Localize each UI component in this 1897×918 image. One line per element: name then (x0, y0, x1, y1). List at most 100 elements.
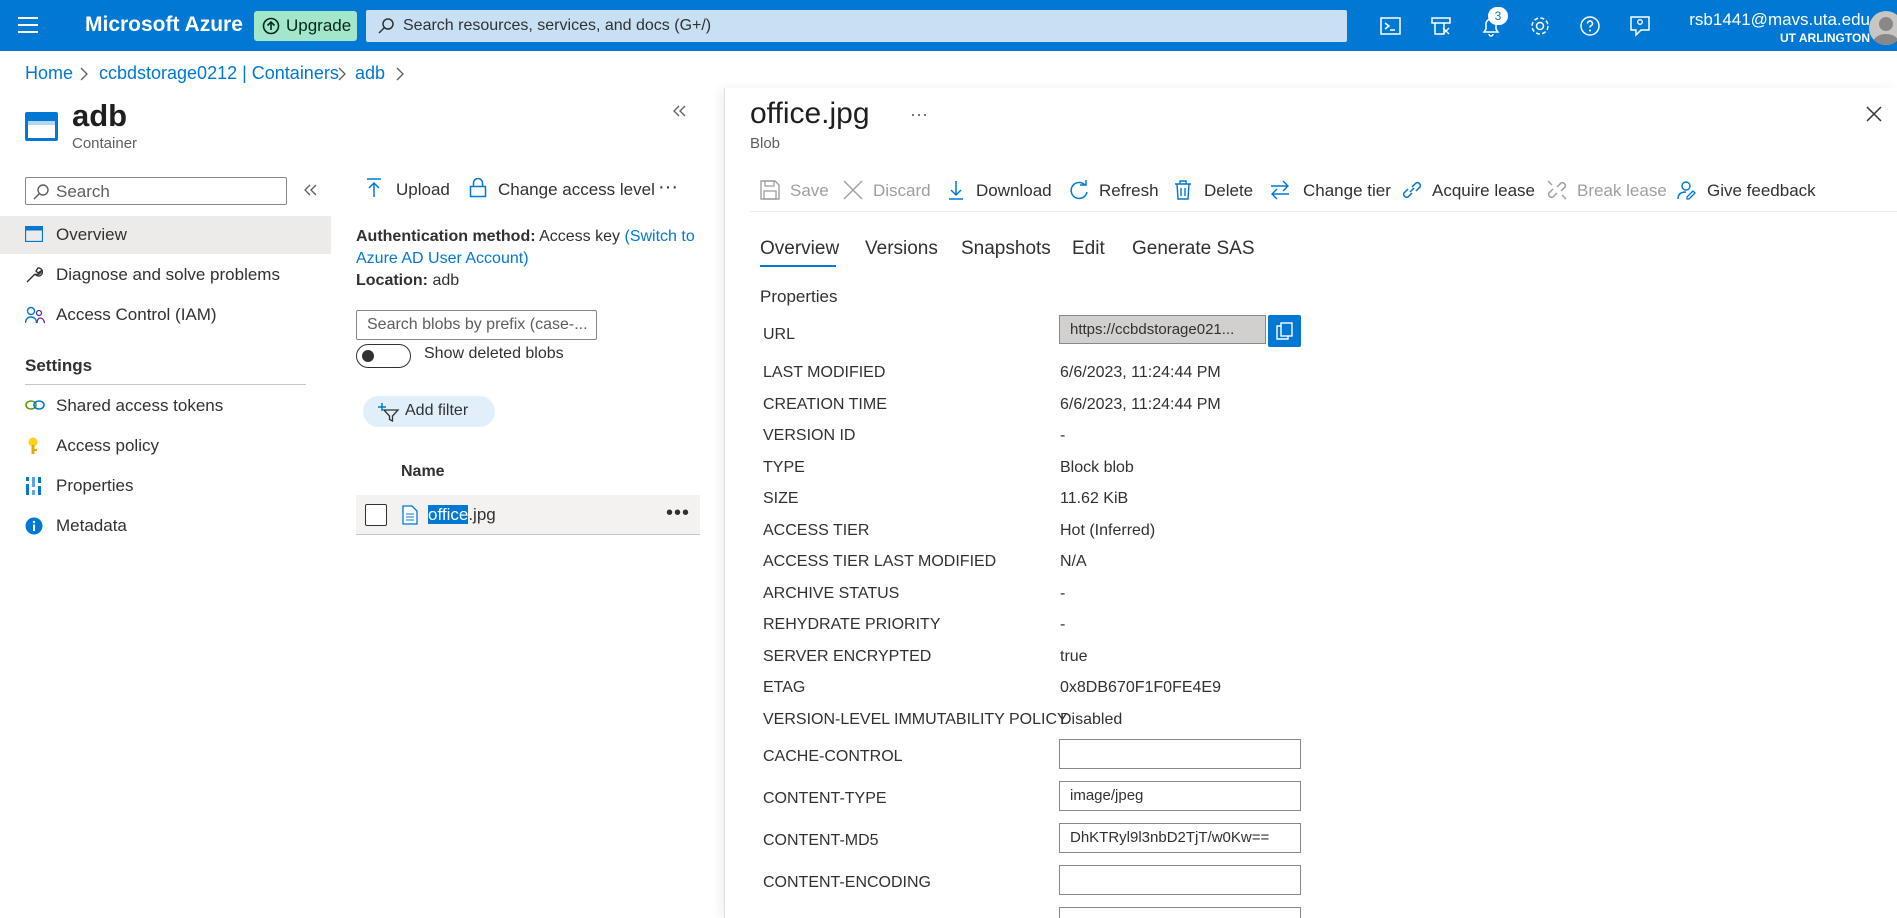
user-email: rsb1441@mavs.uta.edu (1689, 10, 1870, 29)
nav-item-label: Access Control (IAM) (56, 305, 217, 324)
prop-value: 6/6/2023, 11:24:44 PM (1060, 396, 1221, 413)
add-filter-button[interactable]: Add filter (363, 396, 495, 427)
add-filter-icon (376, 402, 400, 422)
nav-section-settings: Settings (25, 356, 93, 375)
column-header-name[interactable]: Name (401, 463, 445, 481)
blob-more-button[interactable]: ··· (910, 104, 928, 125)
close-icon[interactable] (1866, 106, 1882, 122)
global-search-input[interactable]: Search resources, services, and docs (G+… (366, 10, 1347, 42)
settings-gear-icon[interactable] (1528, 14, 1552, 38)
nav-search-input[interactable]: Search (25, 177, 287, 205)
chevron-right-icon (396, 67, 404, 81)
chevron-right-icon (338, 67, 346, 81)
cloud-shell-icon[interactable] (1379, 14, 1403, 38)
collapse-menu-icon[interactable] (673, 105, 687, 117)
prop-label: CREATION TIME (763, 396, 887, 413)
help-icon[interactable] (1578, 14, 1602, 38)
file-icon (402, 505, 418, 525)
location-info: Location: adb (356, 270, 459, 292)
tab-versions[interactable]: Versions (865, 238, 938, 260)
directory-filter-icon[interactable] (1429, 14, 1453, 38)
breadcrumb-adb[interactable]: adb (355, 63, 385, 84)
nav-item-label: Metadata (56, 516, 127, 535)
prop-label-url: URL (763, 326, 796, 343)
save-icon (760, 180, 780, 200)
prop-label: ACCESS TIER LAST MODIFIED (763, 553, 997, 570)
person-feedback-icon (1677, 181, 1696, 200)
nav-item-access-policy[interactable]: Access policy (0, 427, 331, 465)
feedback-icon[interactable] (1628, 14, 1652, 38)
upgrade-button[interactable]: Upgrade (254, 11, 357, 41)
blob-prefix-search-input[interactable]: Search blobs by prefix (case-... (356, 310, 597, 340)
breadcrumb-home[interactable]: Home (25, 63, 73, 84)
prop-label: SIZE (763, 490, 799, 507)
refresh-label: Refresh (1099, 181, 1159, 200)
people-icon (25, 306, 45, 324)
change-access-label: Change access level (498, 180, 655, 199)
url-field[interactable]: https://ccbdstorage021... (1059, 315, 1266, 344)
nav-item-diagnose[interactable]: Diagnose and solve problems (0, 256, 331, 294)
wrench-icon (25, 266, 43, 284)
copy-icon (1276, 322, 1293, 340)
blob-detail-panel (724, 88, 1897, 918)
show-deleted-label: Show deleted blobs (424, 345, 564, 362)
give-feedback-label: Give feedback (1707, 181, 1816, 200)
nav-item-metadata[interactable]: Metadata (0, 507, 331, 545)
auth-value: Access key (539, 228, 621, 245)
table-row[interactable]: office.jpg ••• (356, 495, 700, 535)
file-name[interactable]: office.jpg (428, 505, 496, 525)
upload-icon (367, 178, 381, 197)
breadcrumb-storage-containers[interactable]: ccbdstorage0212 | Containers (99, 63, 339, 84)
auth-label: Authentication method: (356, 228, 536, 245)
prop-value: true (1060, 648, 1088, 665)
prop-value: Block blob (1060, 459, 1134, 476)
properties-heading: Properties (760, 287, 838, 306)
content-md5-input[interactable]: DhKTRyl9l3nbD2TjT/w0Kw== (1059, 823, 1301, 853)
tab-generate-sas[interactable]: Generate SAS (1132, 238, 1255, 260)
swap-arrows-icon (1271, 180, 1289, 200)
prop-label: LAST MODIFIED (763, 364, 886, 381)
discard-label: Discard (873, 181, 931, 200)
tab-snapshots[interactable]: Snapshots (961, 238, 1051, 260)
nav-item-label: Access policy (56, 436, 159, 455)
content-encoding-input[interactable] (1059, 865, 1301, 895)
content-type-input[interactable]: image/jpeg (1059, 781, 1301, 811)
discard-x-icon (843, 180, 863, 200)
tab-edit[interactable]: Edit (1072, 238, 1105, 260)
prop-value: 0x8DB670F1F0FE4E9 (1060, 679, 1221, 696)
tab-overview[interactable]: Overview (760, 238, 839, 260)
info-icon (25, 517, 43, 535)
user-org: UT ARLINGTON (1780, 31, 1870, 45)
account-info[interactable]: rsb1441@mavs.uta.edu UT ARLINGTON (1689, 10, 1870, 45)
more-actions-button[interactable]: ··· (658, 176, 678, 199)
nav-divider (25, 384, 306, 385)
row-more-button[interactable]: ••• (666, 502, 690, 525)
nav-item-label: Shared access tokens (56, 396, 224, 415)
avatar[interactable] (1869, 11, 1897, 45)
nav-item-shared-access-tokens[interactable]: Shared access tokens (0, 387, 331, 425)
break-lease-label: Break lease (1577, 181, 1667, 200)
copy-url-button[interactable] (1268, 315, 1301, 347)
cache-control-input[interactable] (1059, 739, 1301, 769)
nav-search-placeholder: Search (56, 182, 110, 201)
hamburger-menu-icon[interactable] (18, 15, 40, 35)
chevron-right-icon (80, 67, 88, 81)
prop-label-content-encoding: CONTENT-ENCODING (763, 874, 931, 891)
prop-value: N/A (1060, 553, 1087, 570)
nav-item-iam[interactable]: Access Control (IAM) (0, 296, 331, 334)
location-label: Location: (356, 272, 428, 289)
show-deleted-toggle[interactable] (356, 344, 411, 368)
brand-title[interactable]: Microsoft Azure (85, 13, 243, 37)
row-checkbox[interactable] (365, 504, 387, 526)
add-filter-label: Add filter (405, 402, 469, 419)
next-property-input[interactable] (1059, 907, 1301, 918)
nav-item-properties[interactable]: Properties (0, 467, 331, 505)
prop-label-content-type: CONTENT-TYPE (763, 790, 887, 807)
page-subtitle: Container (72, 135, 138, 152)
search-icon (378, 18, 394, 34)
collapse-nav-icon[interactable] (304, 184, 318, 196)
upgrade-icon (262, 17, 280, 35)
toolbar-divider (750, 211, 1897, 212)
nav-item-overview[interactable]: Overview (0, 216, 331, 254)
prop-label: REHYDRATE PRIORITY (763, 616, 941, 633)
